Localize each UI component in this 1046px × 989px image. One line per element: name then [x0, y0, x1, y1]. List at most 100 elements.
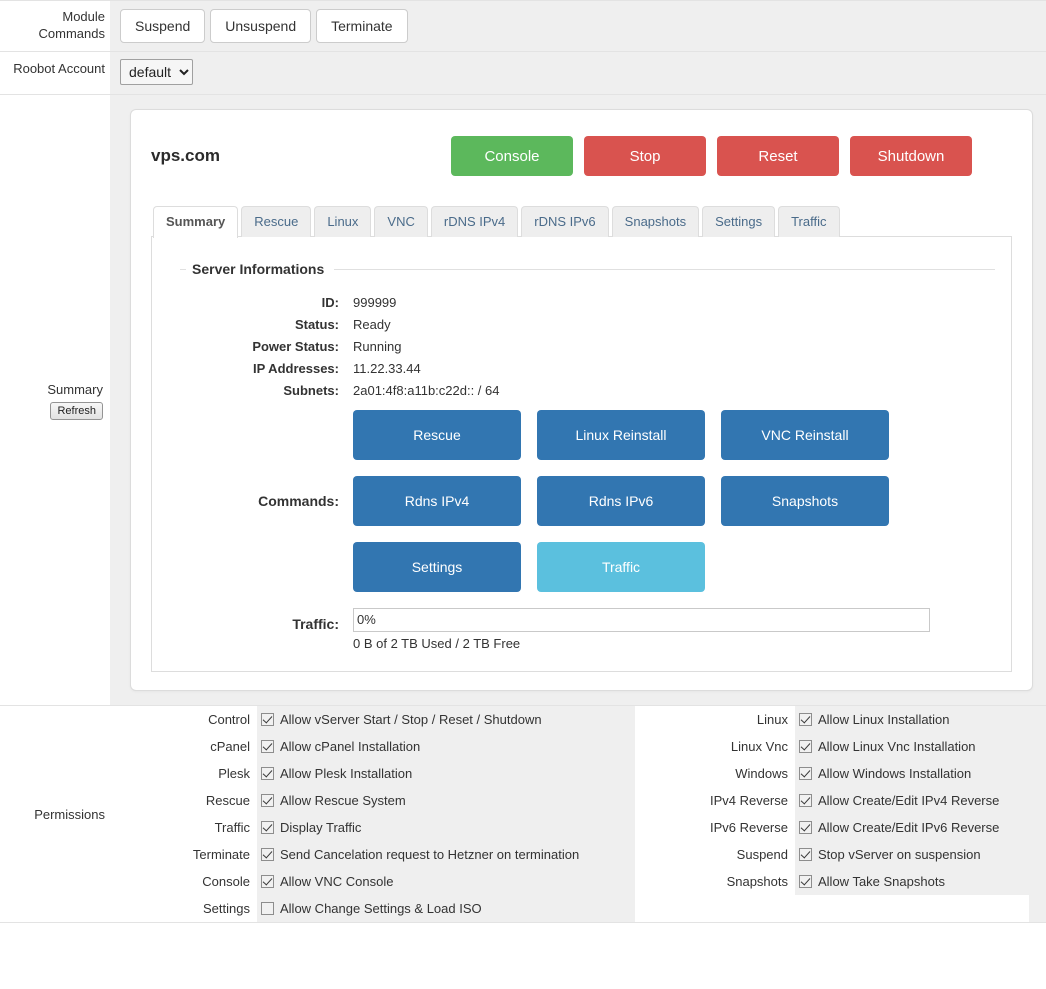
checkbox-icon[interactable]	[261, 794, 274, 807]
permission-settings-text: Allow Change Settings & Load ISO	[280, 901, 482, 916]
checkbox-icon[interactable]	[799, 848, 812, 861]
command-settings-button[interactable]: Settings	[353, 542, 521, 592]
permission-windows-label: Windows	[635, 760, 795, 787]
permission-snapshots-text: Allow Take Snapshots	[818, 874, 945, 889]
shutdown-button[interactable]: Shutdown	[850, 136, 972, 176]
traffic-row: Traffic: 0% 0 B of 2 TB Used / 2 TB Free	[168, 608, 995, 651]
command-rdns-ipv6-button[interactable]: Rdns IPv6	[537, 476, 705, 526]
tab-linux[interactable]: Linux	[314, 206, 372, 237]
permission-windows-value: Allow Windows Installation	[795, 760, 1029, 787]
permission-rescue-text: Allow Rescue System	[280, 793, 406, 808]
permission-control-value: Allow vServer Start / Stop / Reset / Shu…	[257, 706, 630, 733]
permission-snapshots: Snapshots Allow Take Snapshots	[635, 868, 1029, 895]
permission-console-text: Allow VNC Console	[280, 874, 394, 889]
tab-summary[interactable]: Summary	[153, 206, 239, 238]
tab-rescue[interactable]: Rescue	[241, 206, 312, 237]
traffic-progress-bar: 0%	[353, 608, 930, 632]
tab-settings[interactable]: Settings	[702, 206, 776, 237]
checkbox-icon[interactable]	[261, 848, 274, 861]
tab-rdns-ipv4[interactable]: rDNS IPv4	[430, 206, 519, 237]
permission-rescue-value: Allow Rescue System	[257, 787, 630, 814]
permissions-row: Permissions Control Allow vServer Start …	[0, 706, 1046, 923]
command-traffic-button[interactable]: Traffic	[537, 542, 705, 592]
command-rescue-button[interactable]: Rescue	[353, 410, 521, 460]
command-vnc-reinstall-button[interactable]: VNC Reinstall	[721, 410, 889, 460]
suspend-button[interactable]: Suspend	[120, 9, 206, 43]
checkbox-icon[interactable]	[261, 740, 274, 753]
info-key-subnets: Subnets:	[283, 383, 339, 398]
permission-linux-value: Allow Linux Installation	[795, 706, 1029, 733]
permission-ipv6-reverse: IPv6 Reverse Allow Create/Edit IPv6 Reve…	[635, 814, 1029, 841]
permission-cpanel-value: Allow cPanel Installation	[257, 733, 630, 760]
summary-label: Summary	[47, 381, 103, 397]
vps-title: vps.com	[151, 146, 220, 165]
permission-traffic-text: Display Traffic	[280, 820, 362, 835]
command-rdns-ipv4-button[interactable]: Rdns IPv4	[353, 476, 521, 526]
permission-snapshots-label: Snapshots	[635, 868, 795, 895]
permission-control-text: Allow vServer Start / Stop / Reset / Shu…	[280, 712, 542, 727]
vps-panel: vps.com Console Stop Reset Shutdown Summ…	[130, 109, 1033, 691]
roobot-account-select[interactable]: default	[120, 59, 193, 85]
console-button[interactable]: Console	[451, 136, 573, 176]
permission-suspend-value: Stop vServer on suspension	[795, 841, 1029, 868]
info-row-ip-addresses: IP Addresses: 11.22.33.44	[168, 361, 995, 376]
permission-suspend: Suspend Stop vServer on suspension	[635, 841, 1029, 868]
tab-snapshots[interactable]: Snapshots	[611, 206, 700, 237]
reset-button[interactable]: Reset	[717, 136, 839, 176]
permission-control: Control Allow vServer Start / Stop / Res…	[110, 706, 630, 733]
server-informations-title: Server Informations	[192, 261, 325, 277]
summary-row: Summary Refresh vps.com Console Stop Res…	[0, 95, 1046, 706]
permission-cpanel-text: Allow cPanel Installation	[280, 739, 421, 754]
permission-plesk-text: Allow Plesk Installation	[280, 766, 413, 781]
checkbox-icon[interactable]	[799, 767, 812, 780]
checkbox-icon[interactable]	[261, 713, 274, 726]
permission-traffic-label: Traffic	[110, 814, 257, 841]
stop-button[interactable]: Stop	[584, 136, 706, 176]
permission-traffic-value: Display Traffic	[257, 814, 630, 841]
checkbox-icon[interactable]	[799, 875, 812, 888]
permission-linux-label: Linux	[635, 706, 795, 733]
permission-plesk-label: Plesk	[110, 760, 257, 787]
info-key-status: Status:	[294, 317, 339, 332]
legend-rule	[334, 268, 995, 270]
tab-panel-summary: Server Informations ID: 999999 Status: R…	[151, 236, 1012, 672]
checkbox-icon[interactable]	[261, 875, 274, 888]
module-commands-row: Module Commands Suspend Unsuspend Terminat…	[0, 0, 1046, 52]
checkbox-icon[interactable]	[261, 767, 274, 780]
panel-tabs: Summary Rescue Linux VNC rDNS IPv4 rDNS …	[151, 206, 1012, 238]
info-key-power-status: Power Status:	[252, 339, 339, 354]
permissions-column-right: Linux Allow Linux Installation Linux Vnc…	[635, 706, 1029, 922]
checkbox-icon[interactable]	[799, 794, 812, 807]
permissions-column-left: Control Allow vServer Start / Stop / Res…	[110, 706, 630, 922]
terminate-button[interactable]: Terminate	[316, 9, 408, 43]
permission-control-label: Control	[110, 706, 257, 733]
permissions-label: Permissions	[0, 706, 110, 922]
tab-traffic[interactable]: Traffic	[778, 206, 840, 237]
command-linux-reinstall-button[interactable]: Linux Reinstall	[537, 410, 705, 460]
refresh-button[interactable]: Refresh	[50, 401, 103, 420]
summary-field: vps.com Console Stop Reset Shutdown Summ…	[110, 95, 1046, 705]
info-value-subnets: 2a01:4f8:a11b:c22d:: / 64	[353, 383, 500, 398]
checkbox-icon[interactable]	[799, 713, 812, 726]
module-commands-buttons: Suspend Unsuspend Terminate	[110, 1, 1046, 51]
checkbox-icon[interactable]	[261, 821, 274, 834]
unsuspend-button[interactable]: Unsuspend	[210, 9, 312, 43]
permission-linux-vnc-text: Allow Linux Vnc Installation	[818, 739, 976, 754]
checkbox-icon[interactable]	[261, 902, 274, 915]
commands-grid-spacer	[721, 542, 889, 592]
roobot-account-label: Roobot Account	[0, 52, 110, 94]
checkbox-icon[interactable]	[799, 740, 812, 753]
permission-cpanel: cPanel Allow cPanel Installation	[110, 733, 630, 760]
traffic-label: Traffic:	[292, 616, 339, 632]
permission-ipv4-reverse-value: Allow Create/Edit IPv4 Reverse	[795, 787, 1029, 814]
commands-row: Commands: Rescue Linux Reinstall VNC Rei…	[168, 410, 995, 592]
permission-terminate-label: Terminate	[110, 841, 257, 868]
checkbox-icon[interactable]	[799, 821, 812, 834]
tab-vnc[interactable]: VNC	[374, 206, 428, 237]
permission-ipv4-reverse: IPv4 Reverse Allow Create/Edit IPv4 Reve…	[635, 787, 1029, 814]
command-snapshots-button[interactable]: Snapshots	[721, 476, 889, 526]
permission-cpanel-label: cPanel	[110, 733, 257, 760]
tab-rdns-ipv6[interactable]: rDNS IPv6	[521, 206, 609, 237]
info-key-id: ID:	[321, 295, 339, 310]
permission-terminate: Terminate Send Cancelation request to He…	[110, 841, 630, 868]
